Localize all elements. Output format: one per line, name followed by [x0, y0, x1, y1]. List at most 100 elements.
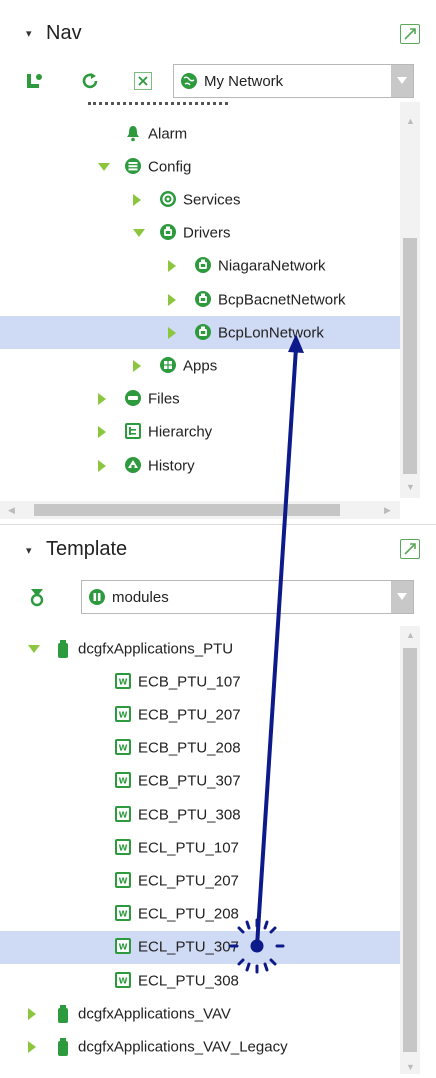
tree-node-dcgfxapplications-vav-legacy[interactable]: dcgfxApplications_VAV_Legacy: [0, 1030, 400, 1063]
files-drive-icon: [124, 389, 142, 409]
tree-node-apps[interactable]: Apps: [0, 349, 400, 382]
scroll-thumb[interactable]: [403, 238, 417, 474]
tree-node-drivers[interactable]: Drivers: [0, 217, 400, 250]
tree-node-label: ECB_PTU_207: [138, 706, 241, 724]
new-station-icon[interactable]: [24, 70, 46, 92]
tree-node-label: dcgfxApplications_PTU: [78, 640, 234, 657]
nav-maximize-icon[interactable]: [400, 24, 420, 44]
tree-node-label: Services: [183, 191, 241, 209]
tree-node-dcgfxapplications-vav[interactable]: dcgfxApplications_VAV: [0, 997, 400, 1030]
tree-node-niagaranetwork[interactable]: NiagaraNetwork: [0, 250, 400, 283]
module-jar-icon: [54, 639, 72, 659]
tree-node-label: ECB_PTU_308: [138, 806, 241, 823]
expand-triangle-icon[interactable]: [28, 1007, 36, 1020]
scroll-up-icon[interactable]: ▲: [406, 630, 415, 640]
scroll-down-icon[interactable]: ▼: [406, 482, 415, 492]
tree-node-bcplonnetwork[interactable]: BcpLonNetwork: [0, 316, 400, 350]
tree-node-ecl-ptu-207[interactable]: W ECL_PTU_207: [0, 864, 400, 897]
expand-triangle-icon[interactable]: [98, 393, 106, 406]
template-collapse-icon[interactable]: ▾: [26, 544, 32, 557]
tree-node-label: ECL_PTU_207: [138, 872, 239, 890]
tree-node-label: Drivers: [183, 224, 231, 242]
refresh-icon[interactable]: [80, 71, 100, 91]
app-template-icon: W: [114, 771, 132, 791]
app-template-icon: W: [114, 871, 132, 891]
tree-node-history[interactable]: History: [0, 449, 400, 482]
tree-node-label: ECL_PTU_107: [138, 839, 239, 857]
apps-icon: [159, 356, 177, 376]
scroll-right-icon[interactable]: ▶: [384, 505, 391, 516]
tree-node-label: NiagaraNetwork: [218, 257, 326, 275]
chevron-down-icon[interactable]: [391, 581, 413, 613]
tree-node-alarm[interactable]: Alarm: [0, 117, 400, 150]
tree-node-config[interactable]: Config: [0, 150, 400, 183]
module-jar-icon: [54, 1037, 72, 1057]
svg-text:W: W: [119, 810, 128, 819]
tree-node-ecb-ptu-307[interactable]: W ECB_PTU_307: [0, 765, 400, 798]
tree-node-ecl-ptu-307[interactable]: W ECL_PTU_307: [0, 930, 400, 964]
tree-node-ecb-ptu-308[interactable]: W ECB_PTU_308: [0, 798, 400, 831]
collapse-triangle-icon[interactable]: [28, 644, 40, 653]
svg-text:W: W: [119, 744, 128, 753]
network-select-value: My Network: [204, 72, 284, 90]
tree-node-label: BcpBacnetNetwork: [218, 291, 346, 308]
tree-node-ecl-ptu-308[interactable]: W ECL_PTU_308: [0, 964, 400, 997]
expand-triangle-icon[interactable]: [168, 326, 176, 339]
tree-node-files[interactable]: Files: [0, 383, 400, 416]
template-pane-title: Template: [46, 538, 128, 560]
tree-node-ecb-ptu-208[interactable]: W ECB_PTU_208: [0, 732, 400, 765]
app-template-icon: W: [114, 805, 132, 825]
svg-text:W: W: [119, 943, 128, 952]
app-template-icon: W: [114, 971, 132, 991]
tree-node-ecl-ptu-107[interactable]: W ECL_PTU_107: [0, 831, 400, 864]
nav-pane-title: Nav: [46, 22, 82, 44]
nav-tree: Alarm Config Services Drivers NiagaraNetwork…: [0, 102, 400, 498]
tree-node-ecb-ptu-107[interactable]: W ECB_PTU_107: [0, 665, 400, 698]
expand-triangle-icon[interactable]: [98, 459, 106, 472]
services-gear-icon: [159, 190, 177, 210]
network-select[interactable]: My Network: [173, 64, 414, 98]
svg-text:W: W: [119, 976, 128, 985]
expand-triangle-icon[interactable]: [133, 359, 141, 372]
tree-node-label: BcpLonNetwork: [218, 324, 324, 342]
tree-node-services[interactable]: Services: [0, 183, 400, 216]
horizontal-scroll-thumb[interactable]: [34, 504, 340, 516]
expand-triangle-icon[interactable]: [133, 193, 141, 206]
tree-node-label: ECL_PTU_308: [138, 972, 239, 989]
close-space-icon[interactable]: [134, 72, 152, 90]
svg-text:W: W: [119, 677, 128, 686]
expand-triangle-icon[interactable]: [168, 260, 176, 273]
tree-node-ecl-ptu-208[interactable]: W ECL_PTU_208: [0, 898, 400, 931]
expand-triangle-icon[interactable]: [98, 426, 106, 439]
template-refresh-icon[interactable]: [28, 586, 46, 608]
tree-node-ecb-ptu-207[interactable]: W ECB_PTU_207: [0, 698, 400, 731]
collapse-triangle-icon[interactable]: [133, 229, 145, 238]
nav-vertical-scrollbar[interactable]: ▲ ▼: [400, 102, 420, 498]
hierarchy-icon: [124, 422, 142, 442]
scroll-down-icon[interactable]: ▼: [406, 1062, 415, 1072]
tree-node-dcgfxapplications-ptu[interactable]: dcgfxApplications_PTU: [0, 632, 400, 665]
scroll-up-icon[interactable]: ▲: [406, 116, 415, 126]
app-template-icon: W: [114, 672, 132, 692]
expand-triangle-icon[interactable]: [168, 293, 176, 306]
scroll-left-icon[interactable]: ◀: [8, 505, 15, 516]
app-template-icon: W: [114, 904, 132, 924]
template-maximize-icon[interactable]: [400, 539, 420, 559]
nav-horizontal-scrollbar[interactable]: ◀ ▶: [0, 501, 400, 519]
tree-node-hierarchy[interactable]: Hierarchy: [0, 416, 400, 449]
app-template-icon: W: [114, 937, 132, 957]
template-vertical-scrollbar[interactable]: ▲ ▼: [400, 626, 420, 1074]
expand-triangle-icon[interactable]: [28, 1040, 36, 1053]
tree-node-bcpbacnetnetwork[interactable]: BcpBacnetNetwork: [0, 283, 400, 316]
module-select[interactable]: modules: [81, 580, 414, 614]
svg-text:W: W: [119, 910, 128, 919]
chevron-down-icon[interactable]: [391, 65, 413, 97]
drivers-icon: [159, 223, 177, 243]
scroll-thumb[interactable]: [403, 648, 417, 1052]
collapse-triangle-icon[interactable]: [98, 162, 110, 171]
pane-divider[interactable]: [0, 524, 436, 525]
tree-node-label: Hierarchy: [148, 423, 213, 441]
template-tree: dcgfxApplications_PTU W ECB_PTU_107 W ECB_PT…: [0, 630, 400, 1070]
nav-collapse-icon[interactable]: ▾: [26, 27, 32, 40]
svg-text:W: W: [119, 710, 128, 719]
